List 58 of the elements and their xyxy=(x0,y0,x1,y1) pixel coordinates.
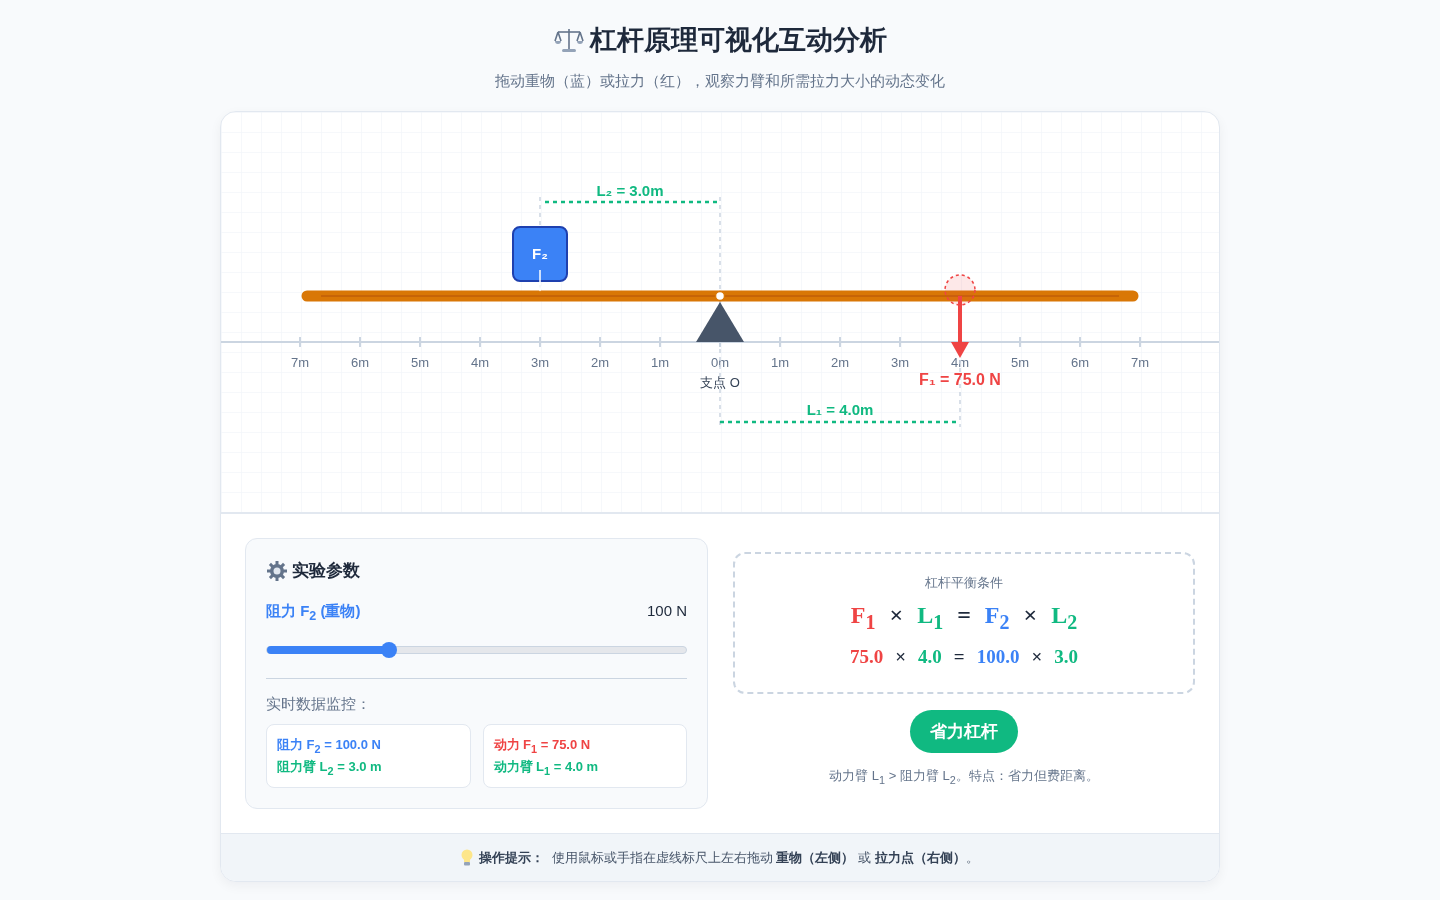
load-arrow xyxy=(536,269,544,292)
monitor-line: 阻力臂 L$_{2}$ = 3.0 m xyxy=(277,757,383,777)
formula-term: = xyxy=(957,602,971,629)
slider-thumb[interactable] xyxy=(380,642,397,658)
ruler-label: 6m xyxy=(1070,355,1090,370)
monitor-line: 动力臂 L$_{1}$ = 4.0 m xyxy=(493,757,600,777)
formula-term: L$_{1}$ xyxy=(917,602,944,634)
ruler-label: 2m xyxy=(830,355,850,370)
slider-label: 阻力 F$_{2}$ (重物) xyxy=(266,602,361,623)
panel-title: 实验参数 xyxy=(292,560,360,582)
ruler-label: 7m xyxy=(1130,355,1150,370)
ruler-label: 4m xyxy=(950,355,970,370)
value-term: 4.0 xyxy=(918,645,942,668)
gear-icon xyxy=(266,559,288,582)
value-term: × xyxy=(1031,645,1043,668)
equation-title: 杠杆平衡条件 xyxy=(925,574,1003,592)
ruler-label: 7m xyxy=(290,355,310,370)
formula-term: L$_{2}$ xyxy=(1051,602,1078,634)
fulcrum-label: 支点 O xyxy=(700,375,740,390)
value-term: = xyxy=(953,645,965,668)
ruler-label: 4m xyxy=(470,355,490,370)
ruler-label: 1m xyxy=(650,355,670,370)
ruler-label: 3m xyxy=(890,355,910,370)
ruler-label: 0m xyxy=(710,355,730,370)
lever-description: 动力臂 L$_{1}$ > 阻力臂 L$_{2}$。特点：省力但费距离。 xyxy=(829,766,1099,786)
lightbulb-icon xyxy=(461,848,474,867)
fulcrum-triangle xyxy=(696,302,744,342)
value-term: 75.0 xyxy=(850,645,884,668)
weight-label: F₂ xyxy=(532,245,548,262)
formula-term: F$_{1}$ xyxy=(850,602,876,634)
ruler-label: 2m xyxy=(590,355,610,370)
effort-label: F₁ = 75.0 N xyxy=(919,371,1001,388)
value-term: 100.0 xyxy=(976,645,1020,668)
scale-icon xyxy=(553,26,584,54)
ruler-label: 1m xyxy=(770,355,790,370)
force-arrow xyxy=(951,296,969,358)
effort-arm-label: L₁ = 4.0m xyxy=(806,401,874,418)
weight-block[interactable] xyxy=(512,226,568,282)
page-title: 杠杆原理可视化互动分析 xyxy=(589,24,887,57)
drag-handle[interactable] xyxy=(944,274,976,306)
value-term: 3.0 xyxy=(1054,645,1078,668)
pivot-dot xyxy=(714,290,726,302)
ruler-label: 5m xyxy=(410,355,430,370)
formula-term: F$_{2}$ xyxy=(984,602,1010,634)
slider-reading: 100 N xyxy=(646,602,687,621)
formula-term: × xyxy=(889,602,904,629)
monitor-title: 实时数据监控： xyxy=(266,695,372,714)
page-subtitle: 拖动重物（蓝）或拉力（红），观察力臂和所需拉力大小的动态变化 xyxy=(495,72,945,91)
value-term: × xyxy=(895,645,907,668)
load-arm-label: L₂ = 3.0m xyxy=(596,182,664,199)
lever-type-badge: 省力杠杆 xyxy=(910,709,1018,753)
ruler-label: 5m xyxy=(1010,355,1030,370)
ruler-label: 3m xyxy=(530,355,550,370)
formula-term: × xyxy=(1023,602,1038,629)
monitor-line: 动力 F$_{1}$ = 75.0 N xyxy=(493,736,592,755)
tip-text: 操作提示： 使用鼠标或手指在虚线标尺上左右拖动 重物（左侧） 或 拉力点（右侧）。 xyxy=(479,848,979,867)
monitor-line: 阻力 F$_{2}$ = 100.0 N xyxy=(277,736,382,755)
ruler-label: 6m xyxy=(350,355,370,370)
